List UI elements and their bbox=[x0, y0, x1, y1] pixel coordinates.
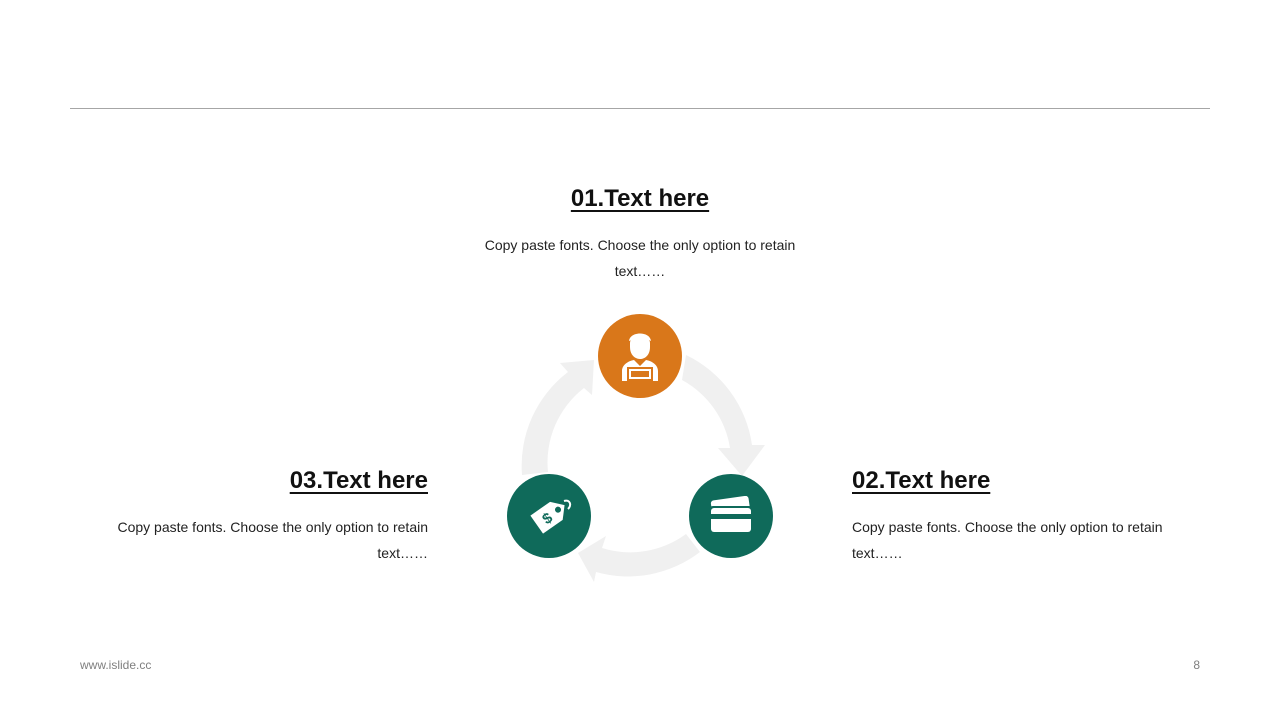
price-tag-icon: $ bbox=[530, 499, 572, 534]
cycle-arrow-top-right bbox=[682, 355, 765, 476]
footer-website: www.islide.cc bbox=[80, 658, 152, 672]
cycle-node-03: $ bbox=[507, 474, 591, 558]
credit-card-icon bbox=[709, 496, 753, 534]
cycle-arrow-bottom bbox=[578, 534, 700, 582]
cycle-arrow-left-top bbox=[521, 360, 594, 475]
person-laptop-icon bbox=[622, 333, 658, 381]
cycle-node-01 bbox=[598, 314, 682, 398]
cycle-node-02 bbox=[689, 474, 773, 558]
page-number: 8 bbox=[1193, 658, 1200, 672]
